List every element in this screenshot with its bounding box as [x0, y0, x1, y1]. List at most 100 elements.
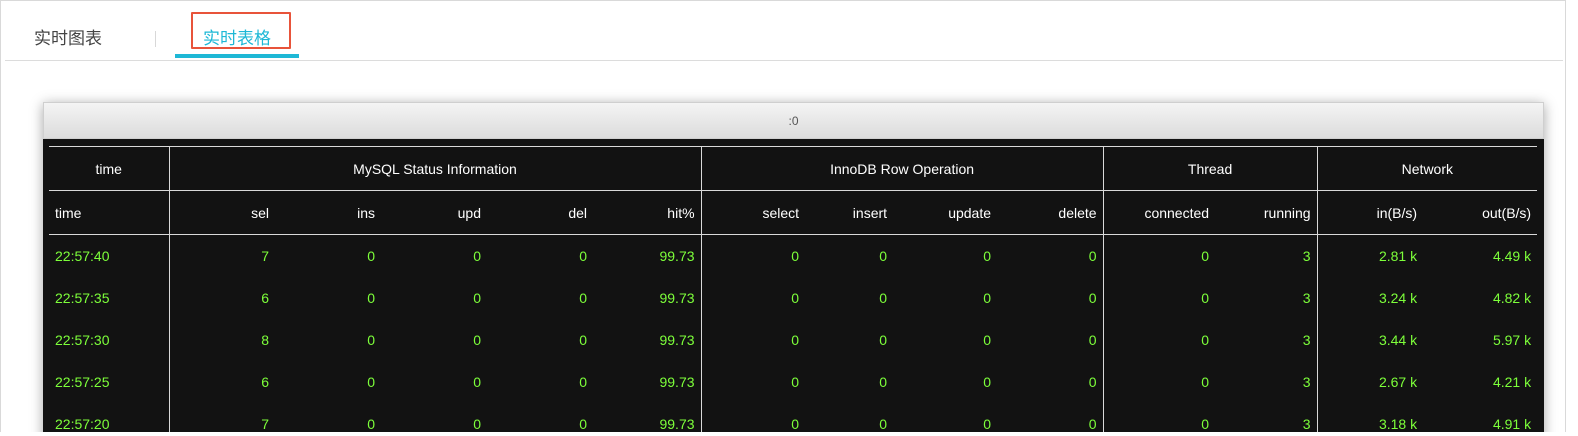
table-cell: 22:57:30	[55, 332, 110, 348]
table-cell: 0	[1102, 319, 1216, 361]
table-cell: 0	[1088, 374, 1097, 390]
table-cell: 0	[983, 374, 992, 390]
table-body: 22:57:40 7 0 0 0 99.73 0 0 0 0 0 3 2.81 k 4.49 k 22:57…	[49, 234, 1537, 432]
column-header: delete	[997, 190, 1104, 235]
panel-header: :0	[43, 102, 1544, 139]
table-cell: 0	[473, 248, 481, 264]
table-cell: 7	[168, 403, 275, 432]
table-cell: 0	[579, 416, 587, 432]
table-cell: 0	[579, 290, 587, 306]
table-cell: 0	[473, 290, 481, 306]
table-row: 22:57:30 8 0 0 0 99.73 0 0 0 0 0 3 3.44 k 5.97 k	[49, 319, 1537, 361]
table-cell: 0	[983, 416, 992, 432]
tab-bar: 实时图表 实时表格	[5, 1, 1563, 61]
table-cell: 2.81 k	[1316, 234, 1424, 277]
table-cell: 99.73	[659, 290, 695, 306]
table-cell: 0	[1102, 234, 1216, 277]
table-row: 22:57:25 6 0 0 0 99.73 0 0 0 0 0 3 2.67 k 4.21 k	[49, 361, 1537, 403]
table-cell: 0	[879, 248, 888, 264]
table-cell: 3.18 k	[1316, 403, 1424, 432]
column-header: update	[893, 190, 998, 235]
table-row: 22:57:40 7 0 0 0 99.73 0 0 0 0 0 3 2.81 k 4.49 k	[49, 234, 1537, 277]
table-cell: 4.91 k	[1492, 416, 1532, 432]
table-cell: 0	[1088, 290, 1097, 306]
column-header: select	[700, 190, 806, 235]
table-cell: 0	[879, 332, 888, 348]
group-header-network: Network	[1316, 146, 1538, 191]
table-cell: 0	[700, 234, 806, 277]
table-cell: 3	[1302, 248, 1311, 264]
group-header-row: time MySQL Status Information InnoDB Row…	[49, 146, 1538, 191]
column-header-row: time sel ins upd del hit% select insert …	[49, 190, 1538, 235]
table-cell: 3	[1302, 416, 1311, 432]
table-cell: 6	[168, 277, 275, 319]
table-cell: 0	[1088, 332, 1097, 348]
group-header-innodb-row-operation: InnoDB Row Operation	[700, 146, 1104, 191]
tab-realtime-chart[interactable]: 实时图表	[34, 1, 102, 59]
table-cell: 0	[983, 290, 992, 306]
table-cell: 22:57:25	[55, 374, 110, 390]
table-cell: 0	[700, 403, 806, 432]
tab-separator	[155, 31, 156, 47]
column-header: insert	[805, 190, 894, 235]
table-cell: 0	[473, 332, 481, 348]
table-cell: 0	[1102, 361, 1216, 403]
column-header: running	[1215, 190, 1318, 235]
table-cell: 3.24 k	[1316, 277, 1424, 319]
table-cell: 99.73	[659, 374, 695, 390]
table-cell: 0	[367, 290, 375, 306]
table-cell: 4.82 k	[1492, 290, 1532, 306]
table-cell: 0	[473, 416, 481, 432]
table-cell: 0	[700, 361, 806, 403]
table-cell: 0	[579, 332, 587, 348]
column-header: del	[487, 190, 593, 235]
table-cell: 0	[367, 332, 375, 348]
table-cell: 7	[168, 234, 275, 277]
annotation-highlight-box	[191, 12, 291, 49]
column-header: sel	[168, 190, 275, 235]
table-cell: 0	[1102, 277, 1216, 319]
column-header: connected	[1102, 190, 1216, 235]
status-table: time MySQL Status Information InnoDB Row…	[49, 146, 1538, 432]
table-cell: 22:57:40	[55, 248, 110, 264]
column-header: upd	[381, 190, 487, 235]
app-frame: 实时图表 实时表格 :0 time MySQL Status Informati…	[0, 0, 1566, 432]
table-cell: 3	[1302, 290, 1311, 306]
group-header-thread: Thread	[1102, 146, 1318, 191]
table-cell: 4.49 k	[1492, 248, 1532, 264]
table-cell: 5.97 k	[1492, 332, 1532, 348]
column-header: time	[49, 190, 169, 235]
table-cell: 0	[367, 248, 375, 264]
table-cell: 0	[879, 290, 888, 306]
table-cell: 3	[1302, 332, 1311, 348]
column-header: ins	[275, 190, 381, 235]
table-cell: 8	[168, 319, 275, 361]
table-cell: 3	[1302, 374, 1311, 390]
group-header-time: time	[49, 146, 169, 191]
table-cell: 0	[473, 374, 481, 390]
table-cell: 0	[1088, 248, 1097, 264]
column-header: out(B/s)	[1423, 190, 1538, 235]
table-cell: 0	[700, 277, 806, 319]
table-cell: 0	[579, 374, 587, 390]
table-cell: 0	[367, 416, 375, 432]
table-cell: 0	[579, 248, 587, 264]
table-cell: 0	[1102, 403, 1216, 432]
table-cell: 0	[367, 374, 375, 390]
table-cell: 0	[879, 416, 888, 432]
table-cell: 99.73	[659, 332, 695, 348]
table-cell: 0	[700, 319, 806, 361]
table-cell: 6	[168, 361, 275, 403]
column-header: hit%	[593, 190, 702, 235]
table-cell: 99.73	[659, 248, 695, 264]
table-row: 22:57:20 7 0 0 0 99.73 0 0 0 0 0 3 3.18 k 4.91 k	[49, 403, 1537, 432]
column-header: in(B/s)	[1316, 190, 1424, 235]
active-tab-indicator	[175, 54, 299, 58]
table-cell: 0	[983, 332, 992, 348]
table-row: 22:57:35 6 0 0 0 99.73 0 0 0 0 0 3 3.24 k 4.82 k	[49, 277, 1537, 319]
table-cell: 0	[983, 248, 992, 264]
table-cell: 0	[879, 374, 888, 390]
group-header-mysql-status: MySQL Status Information	[168, 146, 702, 191]
table-cell: 22:57:35	[55, 290, 110, 306]
table-cell: 0	[1088, 416, 1097, 432]
